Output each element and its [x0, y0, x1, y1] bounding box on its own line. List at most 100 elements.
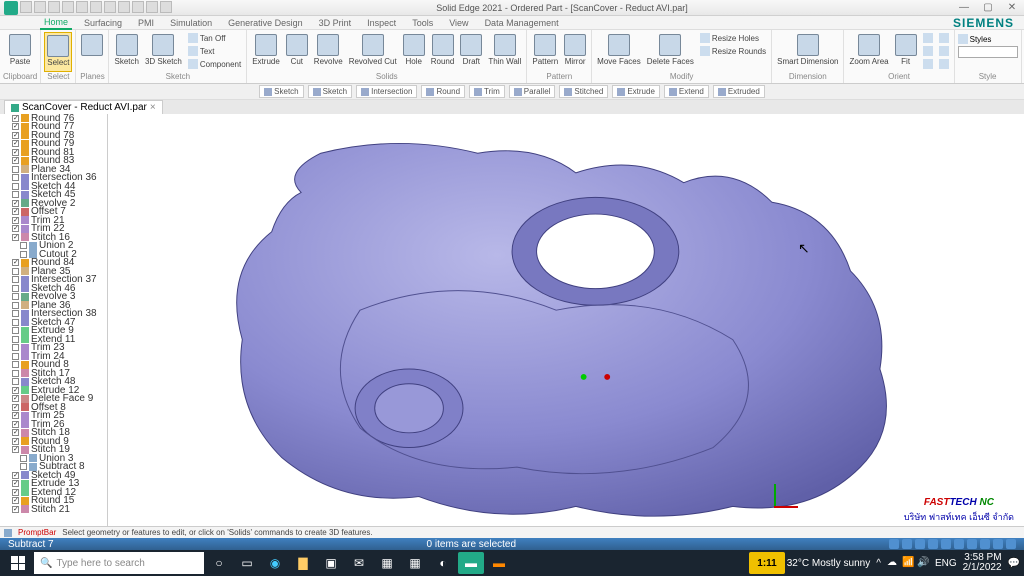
tab-tools[interactable]: Tools	[408, 17, 437, 29]
feature-tree[interactable]: Round 76Round 77Round 78Round 79Round 81…	[0, 114, 108, 526]
visibility-checkbox[interactable]	[12, 140, 19, 147]
component-button[interactable]: Component	[186, 58, 243, 70]
visibility-checkbox[interactable]	[12, 174, 19, 181]
minimize-button[interactable]: —	[952, 0, 976, 16]
tree-item[interactable]: Stitch 21	[0, 505, 107, 514]
visibility-checkbox[interactable]	[12, 361, 19, 368]
qat-btn[interactable]	[132, 1, 144, 13]
tab-3dprint[interactable]: 3D Print	[315, 17, 356, 29]
visibility-checkbox[interactable]	[12, 132, 19, 139]
qat-btn[interactable]	[62, 1, 74, 13]
document-tab[interactable]: ScanCover - Reduct AVI.par ×	[4, 100, 163, 114]
round-button[interactable]: Round	[429, 32, 457, 72]
app-icon[interactable]: ▬	[486, 552, 512, 574]
filter-parallel[interactable]: Parallel	[509, 85, 556, 98]
visibility-checkbox[interactable]	[12, 285, 19, 292]
orient-small[interactable]	[937, 58, 951, 70]
visibility-checkbox[interactable]	[12, 429, 19, 436]
close-button[interactable]: ✕	[1000, 0, 1024, 16]
visibility-checkbox[interactable]	[12, 497, 19, 504]
visibility-checkbox[interactable]	[12, 480, 19, 487]
extrude-button[interactable]: Extrude	[250, 32, 282, 72]
visibility-checkbox[interactable]	[12, 310, 19, 317]
store-icon[interactable]: ▣	[318, 552, 344, 574]
tray-icon[interactable]: ☁	[887, 557, 899, 569]
qat-btn[interactable]	[160, 1, 172, 13]
visibility-checkbox[interactable]	[12, 370, 19, 377]
select-button[interactable]: Select	[44, 32, 72, 72]
taskbar-search[interactable]: Type here to search	[34, 552, 204, 574]
styles-dropdown[interactable]	[958, 46, 1018, 58]
visibility-checkbox[interactable]	[12, 395, 19, 402]
filter-round[interactable]: Round	[421, 85, 465, 98]
filter-extruded[interactable]: Extruded	[713, 85, 765, 98]
visibility-checkbox[interactable]	[12, 336, 19, 343]
qat-redo-icon[interactable]	[48, 1, 60, 13]
visibility-checkbox[interactable]	[12, 421, 19, 428]
qat-btn[interactable]	[118, 1, 130, 13]
visibility-checkbox[interactable]	[12, 200, 19, 207]
visibility-checkbox[interactable]	[12, 268, 19, 275]
smartdim-button[interactable]: Smart Dimension	[775, 32, 840, 72]
filter-sketch[interactable]: Sketch	[259, 85, 303, 98]
system-tray[interactable]: 32°C Mostly sunny ^ ☁📶🔊 ENG 3:58 PM 2/1/…	[787, 553, 1020, 573]
sketch3d-button[interactable]: 3D Sketch	[143, 32, 184, 72]
visibility-checkbox[interactable]	[12, 506, 19, 513]
qat-btn[interactable]	[146, 1, 158, 13]
close-tab-icon[interactable]: ×	[150, 102, 156, 113]
visibility-checkbox[interactable]	[12, 489, 19, 496]
filter-extend[interactable]: Extend	[664, 85, 709, 98]
revolvedcut-button[interactable]: Revolved Cut	[347, 32, 399, 72]
pattern-button[interactable]: Pattern	[530, 32, 560, 72]
visibility-checkbox[interactable]	[12, 115, 19, 122]
visibility-checkbox[interactable]	[12, 472, 19, 479]
tab-data[interactable]: Data Management	[481, 17, 563, 29]
zoomarea-button[interactable]: Zoom Area	[847, 32, 890, 72]
edge-icon[interactable]: ◉	[262, 552, 288, 574]
visibility-checkbox[interactable]	[12, 353, 19, 360]
solidedge-taskbar-icon[interactable]: ▬	[458, 552, 484, 574]
visibility-checkbox[interactable]	[12, 234, 19, 241]
visibility-checkbox[interactable]	[12, 123, 19, 130]
visibility-checkbox[interactable]	[20, 251, 27, 258]
orient-small[interactable]	[921, 58, 935, 70]
visibility-checkbox[interactable]	[12, 387, 19, 394]
tab-surfacing[interactable]: Surfacing	[80, 17, 126, 29]
visibility-checkbox[interactable]	[12, 293, 19, 300]
start-button[interactable]	[4, 552, 32, 574]
clock[interactable]: 3:58 PM 2/1/2022	[963, 553, 1002, 573]
chrome-icon[interactable]: ◐	[430, 552, 456, 574]
filter-intersection[interactable]: Intersection	[356, 85, 417, 98]
mail-icon[interactable]: ✉	[346, 552, 372, 574]
qat-btn[interactable]	[76, 1, 88, 13]
visibility-checkbox[interactable]	[12, 378, 19, 385]
visibility-checkbox[interactable]	[12, 259, 19, 266]
sketch-button[interactable]: Sketch	[112, 32, 140, 72]
text-button[interactable]: Text	[186, 45, 243, 57]
paste-button[interactable]: Paste	[7, 32, 33, 72]
volume-icon[interactable]: 🔊	[917, 557, 929, 569]
thinwall-button[interactable]: Thin Wall	[486, 32, 523, 72]
filter-trim[interactable]: Trim	[469, 85, 505, 98]
orient-small[interactable]	[937, 45, 951, 57]
fit-button[interactable]: Fit	[893, 32, 919, 72]
qat-btn[interactable]	[104, 1, 116, 13]
filter-extrude[interactable]: Extrude	[612, 85, 660, 98]
app-icon[interactable]: ▦	[374, 552, 400, 574]
visibility-checkbox[interactable]	[12, 438, 19, 445]
tab-generative[interactable]: Generative Design	[224, 17, 307, 29]
maximize-button[interactable]: ▢	[976, 0, 1000, 16]
visibility-checkbox[interactable]	[20, 455, 27, 462]
visibility-checkbox[interactable]	[20, 463, 27, 470]
visibility-checkbox[interactable]	[12, 208, 19, 215]
filter-stitched[interactable]: Stitched	[559, 85, 608, 98]
resizeholes-button[interactable]: Resize Holes	[698, 32, 768, 44]
visibility-checkbox[interactable]	[20, 242, 27, 249]
wifi-icon[interactable]: 📶	[902, 557, 914, 569]
visibility-checkbox[interactable]	[12, 327, 19, 334]
visibility-checkbox[interactable]	[12, 344, 19, 351]
hole-button[interactable]: Hole	[401, 32, 427, 72]
qat-btn[interactable]	[90, 1, 102, 13]
tab-simulation[interactable]: Simulation	[166, 17, 216, 29]
orient-small[interactable]	[937, 32, 951, 44]
